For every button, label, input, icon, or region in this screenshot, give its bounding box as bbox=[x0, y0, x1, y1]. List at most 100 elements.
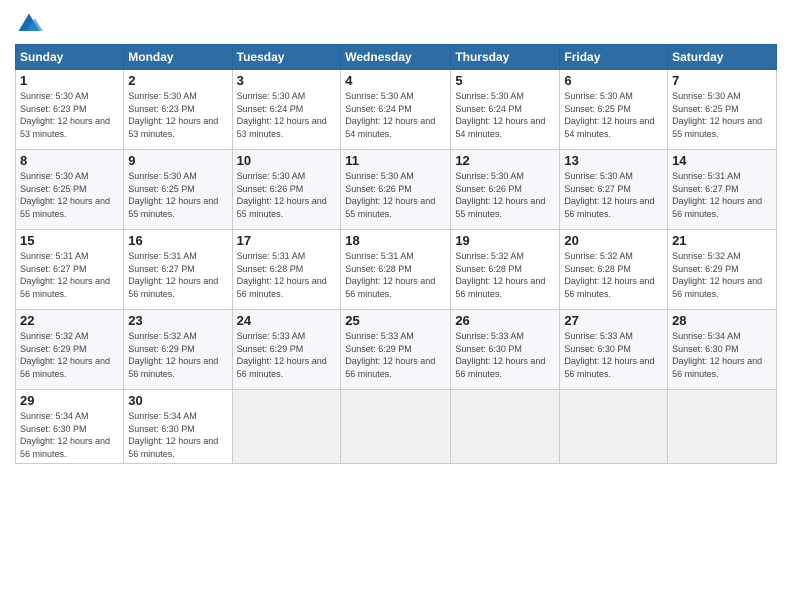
day-number: 26 bbox=[455, 313, 555, 328]
calendar-week-5: 29Sunrise: 5:34 AMSunset: 6:30 PMDayligh… bbox=[16, 390, 777, 464]
calendar-cell: 8 Sunrise: 5:30 AMSunset: 6:25 PMDaylight… bbox=[16, 150, 124, 230]
day-number: 14 bbox=[672, 153, 772, 168]
weekday-header-thursday: Thursday bbox=[451, 45, 560, 70]
weekday-header-sunday: Sunday bbox=[16, 45, 124, 70]
day-info: Sunrise: 5:32 AMSunset: 6:29 PMDaylight:… bbox=[128, 331, 218, 379]
day-info: Sunrise: 5:30 AMSunset: 6:23 PMDaylight:… bbox=[20, 91, 110, 139]
day-info: Sunrise: 5:33 AMSunset: 6:30 PMDaylight:… bbox=[564, 331, 654, 379]
day-info: Sunrise: 5:33 AMSunset: 6:30 PMDaylight:… bbox=[455, 331, 545, 379]
day-info: Sunrise: 5:31 AMSunset: 6:28 PMDaylight:… bbox=[345, 251, 435, 299]
header bbox=[15, 10, 777, 38]
calendar-cell: 15 Sunrise: 5:31 AMSunset: 6:27 PMDayligh… bbox=[16, 230, 124, 310]
day-info: Sunrise: 5:31 AMSunset: 6:28 PMDaylight:… bbox=[237, 251, 327, 299]
calendar-cell: 20 Sunrise: 5:32 AMSunset: 6:28 PMDayligh… bbox=[560, 230, 668, 310]
day-number: 9 bbox=[128, 153, 227, 168]
day-number: 30 bbox=[128, 393, 227, 408]
day-number: 19 bbox=[455, 233, 555, 248]
day-number: 28 bbox=[672, 313, 772, 328]
day-number: 5 bbox=[455, 73, 555, 88]
day-info: Sunrise: 5:34 AMSunset: 6:30 PMDaylight:… bbox=[20, 411, 110, 459]
calendar-cell: 28 Sunrise: 5:34 AMSunset: 6:30 PMDayligh… bbox=[668, 310, 777, 390]
day-number: 25 bbox=[345, 313, 446, 328]
calendar-cell: 13 Sunrise: 5:30 AMSunset: 6:27 PMDayligh… bbox=[560, 150, 668, 230]
calendar-cell: 21Sunrise: 5:32 AMSunset: 6:29 PMDayligh… bbox=[668, 230, 777, 310]
day-number: 24 bbox=[237, 313, 337, 328]
calendar-cell bbox=[341, 390, 451, 464]
day-info: Sunrise: 5:32 AMSunset: 6:29 PMDaylight:… bbox=[20, 331, 110, 379]
day-number: 15 bbox=[20, 233, 119, 248]
day-info: Sunrise: 5:31 AMSunset: 6:27 PMDaylight:… bbox=[672, 171, 762, 219]
calendar-week-2: 8 Sunrise: 5:30 AMSunset: 6:25 PMDaylight… bbox=[16, 150, 777, 230]
day-info: Sunrise: 5:30 AMSunset: 6:25 PMDaylight:… bbox=[20, 171, 110, 219]
calendar-cell: 10 Sunrise: 5:30 AMSunset: 6:26 PMDayligh… bbox=[232, 150, 341, 230]
calendar-cell: 1 Sunrise: 5:30 AMSunset: 6:23 PMDaylight… bbox=[16, 70, 124, 150]
weekday-header-wednesday: Wednesday bbox=[341, 45, 451, 70]
day-number: 27 bbox=[564, 313, 663, 328]
calendar-cell: 4Sunrise: 5:30 AMSunset: 6:24 PMDaylight… bbox=[341, 70, 451, 150]
calendar-cell bbox=[560, 390, 668, 464]
calendar-cell: 30 Sunrise: 5:34 AMSunset: 6:30 PMDayligh… bbox=[124, 390, 232, 464]
day-number: 13 bbox=[564, 153, 663, 168]
day-info: Sunrise: 5:31 AMSunset: 6:27 PMDaylight:… bbox=[128, 251, 218, 299]
calendar-cell: 26 Sunrise: 5:33 AMSunset: 6:30 PMDayligh… bbox=[451, 310, 560, 390]
logo-icon bbox=[15, 10, 43, 38]
calendar-cell: 16 Sunrise: 5:31 AMSunset: 6:27 PMDayligh… bbox=[124, 230, 232, 310]
day-number: 22 bbox=[20, 313, 119, 328]
day-info: Sunrise: 5:34 AMSunset: 6:30 PMDaylight:… bbox=[128, 411, 218, 459]
day-info: Sunrise: 5:30 AMSunset: 6:25 PMDaylight:… bbox=[128, 171, 218, 219]
calendar-cell: 2 Sunrise: 5:30 AMSunset: 6:23 PMDaylight… bbox=[124, 70, 232, 150]
day-info: Sunrise: 5:30 AMSunset: 6:25 PMDaylight:… bbox=[564, 91, 654, 139]
day-number: 17 bbox=[237, 233, 337, 248]
day-number: 2 bbox=[128, 73, 227, 88]
day-info: Sunrise: 5:32 AMSunset: 6:28 PMDaylight:… bbox=[564, 251, 654, 299]
calendar-cell bbox=[451, 390, 560, 464]
calendar-cell: 11 Sunrise: 5:30 AMSunset: 6:26 PMDayligh… bbox=[341, 150, 451, 230]
day-info: Sunrise: 5:30 AMSunset: 6:24 PMDaylight:… bbox=[455, 91, 545, 139]
calendar-cell: 17 Sunrise: 5:31 AMSunset: 6:28 PMDayligh… bbox=[232, 230, 341, 310]
weekday-header-row: SundayMondayTuesdayWednesdayThursdayFrid… bbox=[16, 45, 777, 70]
day-number: 1 bbox=[20, 73, 119, 88]
calendar-cell: 19Sunrise: 5:32 AMSunset: 6:28 PMDayligh… bbox=[451, 230, 560, 310]
day-number: 12 bbox=[455, 153, 555, 168]
calendar-cell: 3Sunrise: 5:30 AMSunset: 6:24 PMDaylight… bbox=[232, 70, 341, 150]
day-number: 18 bbox=[345, 233, 446, 248]
day-info: Sunrise: 5:30 AMSunset: 6:26 PMDaylight:… bbox=[237, 171, 327, 219]
day-number: 4 bbox=[345, 73, 446, 88]
day-number: 20 bbox=[564, 233, 663, 248]
day-number: 11 bbox=[345, 153, 446, 168]
day-info: Sunrise: 5:31 AMSunset: 6:27 PMDaylight:… bbox=[20, 251, 110, 299]
day-number: 16 bbox=[128, 233, 227, 248]
calendar-cell: 14 Sunrise: 5:31 AMSunset: 6:27 PMDayligh… bbox=[668, 150, 777, 230]
day-info: Sunrise: 5:30 AMSunset: 6:26 PMDaylight:… bbox=[455, 171, 545, 219]
calendar-cell: 29Sunrise: 5:34 AMSunset: 6:30 PMDayligh… bbox=[16, 390, 124, 464]
day-number: 3 bbox=[237, 73, 337, 88]
calendar-cell: 6 Sunrise: 5:30 AMSunset: 6:25 PMDaylight… bbox=[560, 70, 668, 150]
day-number: 7 bbox=[672, 73, 772, 88]
day-info: Sunrise: 5:30 AMSunset: 6:23 PMDaylight:… bbox=[128, 91, 218, 139]
main-container: SundayMondayTuesdayWednesdayThursdayFrid… bbox=[0, 0, 792, 474]
day-info: Sunrise: 5:30 AMSunset: 6:27 PMDaylight:… bbox=[564, 171, 654, 219]
calendar-cell: 18 Sunrise: 5:31 AMSunset: 6:28 PMDayligh… bbox=[341, 230, 451, 310]
calendar-cell: 27 Sunrise: 5:33 AMSunset: 6:30 PMDayligh… bbox=[560, 310, 668, 390]
calendar-week-1: 1 Sunrise: 5:30 AMSunset: 6:23 PMDaylight… bbox=[16, 70, 777, 150]
weekday-header-monday: Monday bbox=[124, 45, 232, 70]
calendar-cell: 22 Sunrise: 5:32 AMSunset: 6:29 PMDayligh… bbox=[16, 310, 124, 390]
day-number: 10 bbox=[237, 153, 337, 168]
weekday-header-friday: Friday bbox=[560, 45, 668, 70]
calendar-week-4: 22 Sunrise: 5:32 AMSunset: 6:29 PMDayligh… bbox=[16, 310, 777, 390]
day-info: Sunrise: 5:33 AMSunset: 6:29 PMDaylight:… bbox=[237, 331, 327, 379]
calendar-cell: 24 Sunrise: 5:33 AMSunset: 6:29 PMDayligh… bbox=[232, 310, 341, 390]
day-info: Sunrise: 5:30 AMSunset: 6:26 PMDaylight:… bbox=[345, 171, 435, 219]
calendar-cell: 25Sunrise: 5:33 AMSunset: 6:29 PMDayligh… bbox=[341, 310, 451, 390]
day-number: 8 bbox=[20, 153, 119, 168]
calendar-cell bbox=[668, 390, 777, 464]
calendar-cell: 5 Sunrise: 5:30 AMSunset: 6:24 PMDaylight… bbox=[451, 70, 560, 150]
day-info: Sunrise: 5:34 AMSunset: 6:30 PMDaylight:… bbox=[672, 331, 762, 379]
calendar-cell: 7Sunrise: 5:30 AMSunset: 6:25 PMDaylight… bbox=[668, 70, 777, 150]
weekday-header-saturday: Saturday bbox=[668, 45, 777, 70]
weekday-header-tuesday: Tuesday bbox=[232, 45, 341, 70]
day-number: 21 bbox=[672, 233, 772, 248]
day-number: 6 bbox=[564, 73, 663, 88]
calendar-week-3: 15 Sunrise: 5:31 AMSunset: 6:27 PMDayligh… bbox=[16, 230, 777, 310]
day-number: 23 bbox=[128, 313, 227, 328]
